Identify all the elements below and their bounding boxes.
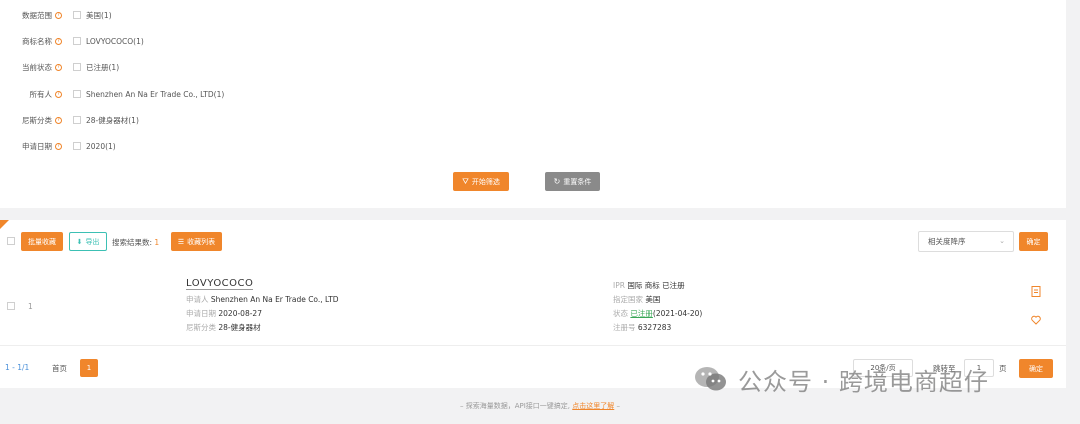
- filter-checkbox[interactable]: [73, 90, 81, 98]
- ipr-line: IPR 国际 商标 已注册: [613, 280, 685, 291]
- help-icon[interactable]: ?: [55, 63, 62, 71]
- refresh-icon: ↻: [553, 177, 561, 186]
- filter-label: 当前状态: [22, 62, 52, 72]
- row-checkbox[interactable]: [7, 302, 15, 310]
- page-button-current[interactable]: 1: [80, 359, 98, 377]
- wechat-watermark: 公众号 · 跨境电商超仔: [694, 363, 989, 396]
- applicant-value: Shenzhen An Na Er Trade Co., LTD: [210, 295, 339, 304]
- reg-no-label: 注册号: [613, 323, 636, 332]
- page-range: 1 - 1/1: [5, 363, 30, 372]
- row-divider: [0, 345, 1066, 346]
- trademark-name-link[interactable]: LOVYOCOCO: [186, 278, 254, 290]
- status-line: 状态 已注册(2021-04-20): [613, 308, 702, 319]
- filter-value[interactable]: 已注册(1): [86, 62, 119, 73]
- filter-checkbox[interactable]: [73, 116, 81, 124]
- filter-value[interactable]: 美国(1): [86, 10, 112, 21]
- sort-select[interactable]: 相关度降序 ⌄: [918, 231, 1014, 252]
- list-icon: ☰: [177, 237, 185, 246]
- filter-label: 尼斯分类: [22, 115, 52, 125]
- footer-text: – 探索海量数据，API接口一键搞定,: [460, 402, 571, 410]
- filter-checkbox[interactable]: [73, 37, 81, 45]
- collect-list-label: 收藏列表: [187, 237, 216, 246]
- nice-class-label: 尼斯分类: [186, 323, 216, 332]
- page-suffix: 页: [999, 364, 1007, 373]
- corner-marker: [0, 220, 9, 229]
- status-value[interactable]: 已注册: [630, 309, 653, 318]
- filter-value[interactable]: 28-健身器材(1): [86, 115, 139, 126]
- export-label: 导出: [85, 237, 100, 246]
- country-label: 指定国家: [613, 295, 643, 304]
- collect-list-button[interactable]: ☰ 收藏列表: [171, 232, 222, 251]
- help-icon[interactable]: ?: [55, 142, 62, 150]
- heart-icon[interactable]: [1031, 315, 1041, 325]
- export-button[interactable]: ⬇ 导出: [69, 232, 107, 251]
- row-index: 1: [28, 302, 33, 311]
- download-icon: ⬇: [76, 237, 83, 246]
- country-line: 指定国家 美国: [613, 294, 660, 305]
- filter-checkbox[interactable]: [73, 142, 81, 150]
- apply-date-label: 申请日期: [186, 309, 216, 318]
- filter-label: 数据范围: [22, 10, 52, 20]
- help-icon[interactable]: ?: [55, 11, 62, 19]
- batch-collect-button[interactable]: 批量收藏: [21, 232, 63, 251]
- filter-panel: 数据范围 ? 美国(1) 商标名称 ? LOVYOCOCO(1) 当前状态 ? …: [0, 0, 1066, 208]
- sort-confirm-button[interactable]: 确定: [1019, 232, 1048, 251]
- start-filter-button[interactable]: ⛛ 开始筛选: [453, 172, 509, 191]
- status-label: 状态: [613, 309, 628, 318]
- reset-filter-button[interactable]: ↻ 重置条件: [545, 172, 600, 191]
- result-count-value: 1: [154, 238, 160, 247]
- status-date: (2021-04-20): [652, 309, 703, 318]
- filter-row-trademark-name: 商标名称 ? LOVYOCOCO(1): [0, 34, 144, 48]
- filter-row-status: 当前状态 ? 已注册(1): [0, 60, 119, 74]
- applicant-label: 申请人: [186, 295, 209, 304]
- select-all-checkbox[interactable]: [7, 237, 15, 245]
- jump-confirm-button[interactable]: 确定: [1019, 359, 1053, 378]
- filter-label: 所有人: [29, 89, 53, 99]
- filter-row-apply-date: 申请日期 ? 2020(1): [0, 139, 116, 153]
- filter-icon: ⛛: [462, 176, 469, 186]
- apply-date-line: 申请日期 2020-08-27: [186, 308, 262, 319]
- watermark-text: 公众号 · 跨境电商超仔: [738, 367, 989, 396]
- result-count-label: 搜索结果数:: [112, 238, 153, 247]
- chevron-down-icon: ⌄: [999, 237, 1005, 245]
- first-page-link[interactable]: 首页: [52, 363, 67, 374]
- filter-checkbox[interactable]: [73, 11, 81, 19]
- filter-row-owner: 所有人 ? Shenzhen An Na Er Trade Co., LTD(1…: [0, 87, 225, 101]
- filter-checkbox[interactable]: [73, 63, 81, 71]
- wechat-logo-icon: [694, 365, 728, 393]
- footer-link[interactable]: 点击这里了解: [572, 402, 614, 410]
- filter-row-nice-class: 尼斯分类 ? 28-健身器材(1): [0, 113, 139, 127]
- footer-tail: –: [616, 402, 621, 410]
- ipr-label: IPR: [613, 281, 625, 290]
- start-filter-label: 开始筛选: [471, 177, 500, 186]
- filter-label: 商标名称: [22, 36, 52, 46]
- nice-class-line: 尼斯分类 28-健身器材: [186, 322, 261, 333]
- nice-class-value: 28-健身器材: [218, 323, 261, 332]
- filter-label: 申请日期: [22, 141, 52, 151]
- ipr-value: 国际 商标 已注册: [627, 281, 685, 290]
- reg-no-line: 注册号 6327283: [613, 322, 671, 333]
- help-icon[interactable]: ?: [55, 116, 62, 124]
- filter-row-data-range: 数据范围 ? 美国(1): [0, 8, 112, 22]
- result-count: 搜索结果数: 1: [112, 237, 159, 248]
- reg-no-value: 6327283: [637, 323, 672, 332]
- apply-date-value: 2020-08-27: [218, 309, 262, 318]
- sort-select-value: 相关度降序: [928, 237, 966, 246]
- applicant-line: 申请人 Shenzhen An Na Er Trade Co., LTD: [186, 294, 339, 305]
- filter-value[interactable]: LOVYOCOCO(1): [86, 37, 144, 46]
- reset-filter-label: 重置条件: [563, 177, 592, 186]
- filter-value[interactable]: 2020(1): [86, 142, 116, 151]
- country-value: 美国: [645, 295, 661, 304]
- document-icon[interactable]: [1031, 286, 1041, 297]
- footer: – 探索海量数据，API接口一键搞定, 点击这里了解 –: [0, 401, 1080, 411]
- help-icon[interactable]: ?: [55, 90, 62, 98]
- help-icon[interactable]: ?: [55, 37, 62, 45]
- filter-value[interactable]: Shenzhen An Na Er Trade Co., LTD(1): [86, 90, 224, 99]
